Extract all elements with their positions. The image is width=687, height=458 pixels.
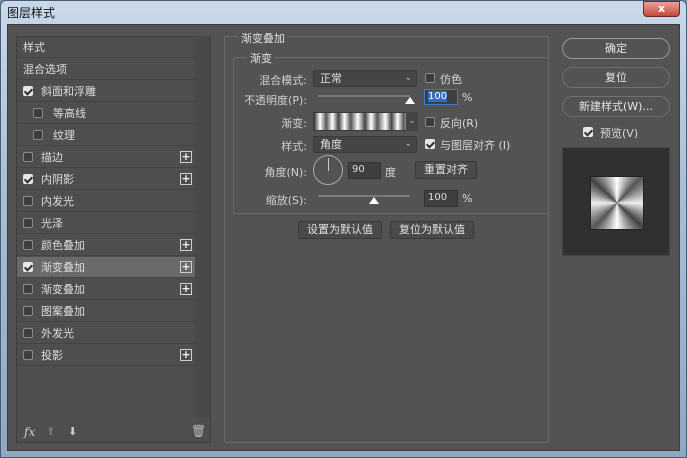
angle-label: 角度(N):: [264, 166, 307, 179]
add-icon[interactable]: +: [180, 239, 192, 251]
group-title: 渐变叠加: [238, 30, 288, 46]
gradient-label: 渐变:: [281, 117, 307, 130]
style-item[interactable]: 外发光: [17, 323, 195, 344]
style-checkbox[interactable]: [23, 284, 33, 294]
style-item[interactable]: 斜面和浮雕: [17, 81, 195, 102]
set-default-button[interactable]: 设置为默认值: [298, 221, 382, 239]
add-icon[interactable]: +: [180, 283, 192, 295]
style-item[interactable]: 光泽: [17, 213, 195, 234]
style-checkbox[interactable]: [33, 130, 43, 140]
style-value: 角度: [320, 138, 342, 151]
style-item-label: 斜面和浮雕: [41, 85, 96, 98]
style-item[interactable]: 样式: [17, 37, 195, 58]
style-checkbox[interactable]: [23, 350, 33, 360]
align-layer-label: 与图层对齐 (I): [440, 139, 511, 152]
preview-checkbox[interactable]: [583, 127, 593, 137]
opacity-value: 100: [428, 91, 448, 102]
gradient-swatch[interactable]: [313, 112, 417, 131]
style-checkbox[interactable]: [23, 218, 33, 228]
style-item[interactable]: 颜色叠加 +: [17, 235, 195, 256]
window-title: 图层样式: [7, 6, 56, 20]
gradient-chevron-icon[interactable]: ⌄: [406, 112, 418, 131]
reset-align-button[interactable]: 重置对齐: [415, 161, 477, 179]
align-layer-checkbox[interactable]: [425, 139, 435, 149]
trash-icon[interactable]: 🗑: [191, 424, 206, 438]
style-checkbox[interactable]: [23, 152, 33, 162]
dither-label: 仿色: [440, 73, 462, 86]
style-item[interactable]: 混合选项: [17, 59, 195, 80]
ok-button[interactable]: 确定: [562, 38, 670, 59]
fx-button[interactable]: fx: [24, 425, 35, 439]
style-checkbox[interactable]: [23, 240, 33, 250]
blend-mode-label: 混合模式:: [259, 74, 307, 87]
scale-slider[interactable]: [318, 195, 410, 197]
style-item[interactable]: 内阴影 +: [17, 169, 195, 190]
scale-unit: %: [462, 192, 473, 205]
style-item-label: 颜色叠加: [41, 239, 85, 252]
add-icon[interactable]: +: [180, 261, 192, 273]
preview-label: 预览(V): [600, 127, 639, 140]
scale-input[interactable]: 100: [424, 190, 458, 207]
chevron-down-icon: ⌄: [404, 73, 412, 83]
style-checkbox[interactable]: [23, 86, 33, 96]
opacity-slider[interactable]: [318, 95, 410, 97]
style-checkbox[interactable]: [23, 196, 33, 206]
style-checkbox[interactable]: [23, 262, 33, 272]
style-item-label: 外发光: [41, 327, 74, 340]
style-item-label: 渐变叠加: [41, 283, 85, 296]
style-item[interactable]: 描边 +: [17, 147, 195, 168]
reset-default-button[interactable]: 复位为默认值: [390, 221, 474, 239]
style-item-label: 混合选项: [23, 63, 67, 76]
opacity-slider-thumb[interactable]: [405, 97, 415, 104]
style-item[interactable]: 渐变叠加 +: [17, 257, 195, 278]
style-item-label: 样式: [23, 41, 45, 54]
add-icon[interactable]: +: [180, 173, 192, 185]
add-icon[interactable]: +: [180, 151, 192, 163]
reverse-label: 反向(R): [440, 117, 479, 130]
move-down-icon[interactable]: ⬇: [68, 425, 77, 438]
subgroup-title: 渐变: [247, 50, 275, 66]
style-item-label: 渐变叠加: [41, 261, 85, 274]
style-item[interactable]: 纹理: [17, 125, 195, 146]
style-item-label: 投影: [41, 349, 63, 362]
opacity-label: 不透明度(P):: [244, 94, 307, 107]
new-style-button[interactable]: 新建样式(W)...: [562, 96, 670, 117]
angle-input[interactable]: 90: [348, 162, 381, 179]
style-item[interactable]: 投影 +: [17, 345, 195, 366]
style-item-label: 纹理: [53, 129, 75, 142]
style-checkbox[interactable]: [33, 108, 43, 118]
style-label: 样式:: [281, 140, 307, 153]
style-item-label: 内发光: [41, 195, 74, 208]
style-checkbox[interactable]: [23, 306, 33, 316]
reset-button[interactable]: 复位: [562, 67, 670, 88]
style-item[interactable]: 内发光: [17, 191, 195, 212]
style-item-label: 描边: [41, 151, 63, 164]
style-item-label: 等高线: [53, 107, 86, 120]
style-select[interactable]: 角度 ⌄: [313, 136, 417, 153]
move-up-icon[interactable]: ⬆: [46, 425, 55, 438]
scale-label: 缩放(S):: [265, 194, 307, 207]
add-icon[interactable]: +: [180, 349, 192, 361]
blend-mode-value: 正常: [320, 72, 342, 85]
close-button[interactable]: x: [643, 1, 680, 17]
style-item[interactable]: 图案叠加: [17, 301, 195, 322]
chevron-down-icon: ⌄: [404, 139, 412, 149]
angle-unit: 度: [385, 166, 396, 179]
opacity-unit: %: [462, 91, 473, 104]
style-item[interactable]: 等高线: [17, 103, 195, 124]
style-item[interactable]: 渐变叠加 +: [17, 279, 195, 300]
scale-slider-thumb[interactable]: [369, 197, 379, 204]
style-item-label: 图案叠加: [41, 305, 85, 318]
blend-mode-select[interactable]: 正常 ⌄: [313, 70, 417, 87]
angle-dial[interactable]: [313, 155, 343, 185]
style-checkbox[interactable]: [23, 328, 33, 338]
opacity-input[interactable]: 100: [424, 89, 458, 105]
style-item-label: 内阴影: [41, 173, 74, 186]
style-checkbox[interactable]: [23, 174, 33, 184]
preview-thumbnail: [590, 176, 644, 230]
dither-checkbox[interactable]: [425, 73, 435, 83]
reverse-checkbox[interactable]: [425, 117, 435, 127]
style-item-label: 光泽: [41, 217, 63, 230]
